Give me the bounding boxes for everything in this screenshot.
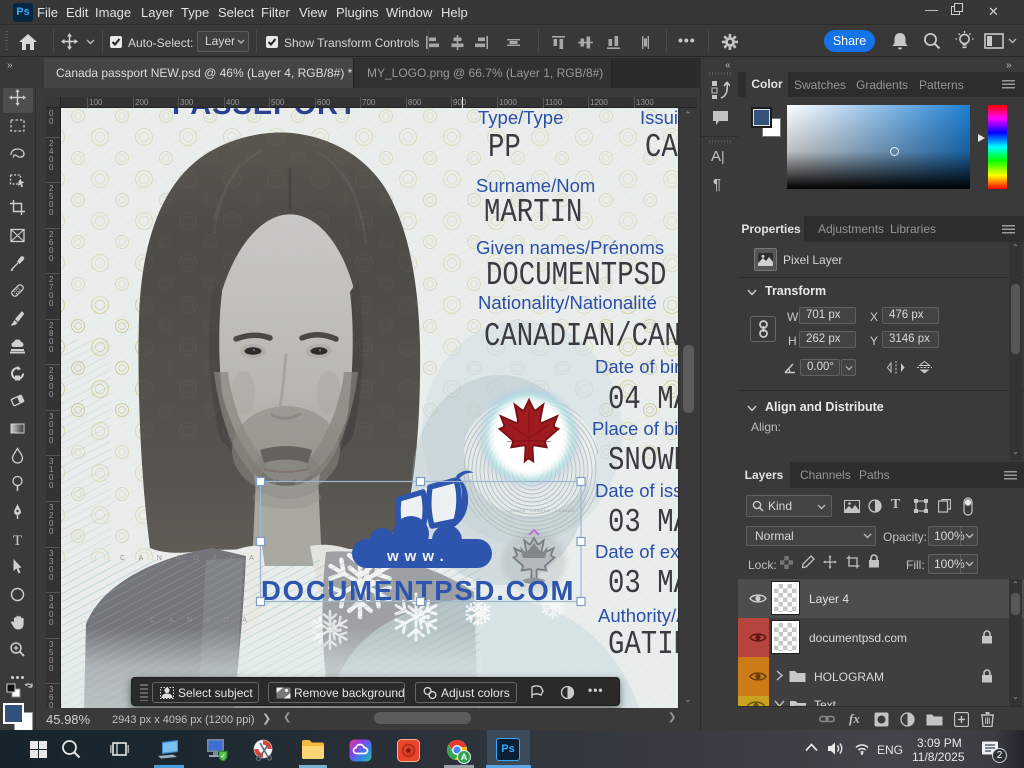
svg-text:Given names/Prénoms: Given names/Prénoms xyxy=(476,237,664,258)
svg-text:Place of birth: Place of birth xyxy=(592,418,678,439)
svg-text:Authority/Autorit: Authority/Autorit xyxy=(598,605,678,626)
svg-text:GATINEAU: GATINEAU xyxy=(608,626,678,663)
svg-text:Date of issue: Date of issue xyxy=(595,480,678,501)
svg-text:✓: ✓ xyxy=(220,754,225,760)
svg-text:www.: www. xyxy=(386,548,450,565)
svg-text:Surname/Nom: Surname/Nom xyxy=(476,175,595,196)
svg-text:Nationality/Nationalité: Nationality/Nationalité xyxy=(478,292,657,313)
svg-text:Date of birth: Date of birth xyxy=(595,356,678,377)
svg-text:DOCUMENTPSD: DOCUMENTPSD xyxy=(486,257,666,294)
svg-text:CANADIAN/CANA: CANADIAN/CANA xyxy=(484,318,678,355)
svg-text:Date of expiry: Date of expiry xyxy=(595,541,678,562)
svg-text:03 MAR: 03 MAR xyxy=(608,504,678,541)
svg-text:SNOWDEN: SNOWDEN xyxy=(608,442,678,479)
svg-text:Type/Type: Type/Type xyxy=(478,108,563,128)
svg-text:A: A xyxy=(461,752,468,762)
svg-text:T: T xyxy=(13,533,22,548)
svg-text:CANADA · CANADA · CANADA: CANADA · CANADA · CANADA xyxy=(506,508,575,513)
svg-text:04 MAR: 04 MAR xyxy=(608,381,678,418)
svg-text:MARTIN: MARTIN xyxy=(484,194,582,231)
svg-text:Issuing: Issuing xyxy=(640,108,678,128)
svg-text:PP: PP xyxy=(488,129,521,166)
svg-text:03 MAR: 03 MAR xyxy=(608,565,678,602)
svg-text:CAN: CAN xyxy=(645,129,678,166)
